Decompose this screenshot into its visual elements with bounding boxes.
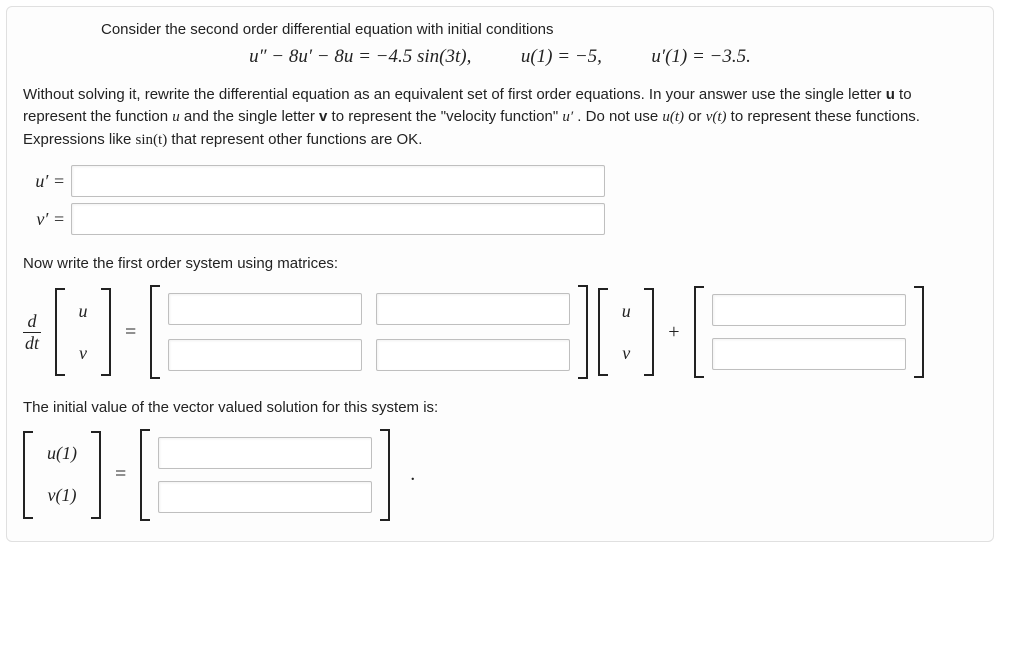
- ic1: u(1) = −5,: [521, 46, 602, 67]
- state-vector-left: u v: [55, 288, 111, 376]
- matrix-A11-input[interactable]: [168, 293, 362, 325]
- initial-u-input[interactable]: [158, 437, 372, 469]
- ic2: u′(1) = −3.5.: [651, 46, 750, 67]
- label-u1: u(1): [41, 439, 83, 469]
- state-u: u: [73, 296, 93, 326]
- initial-vector-inputs: [140, 429, 390, 521]
- label-v1: v(1): [41, 481, 83, 511]
- state-v: v: [73, 338, 93, 368]
- matrix-equation: d dt u v = u v: [23, 285, 977, 379]
- section-initial: The initial value of the vector valued s…: [23, 397, 977, 419]
- uprime-input[interactable]: [71, 165, 605, 197]
- instr-p8: that represent other functions are OK.: [167, 131, 422, 148]
- forcing-vector: [694, 286, 924, 378]
- equals-1: =: [121, 321, 140, 344]
- ddt: d dt: [23, 311, 41, 354]
- instr-p3: and the single letter: [180, 108, 319, 125]
- instr-u-bold: u: [886, 86, 895, 103]
- ddt-den: dt: [23, 333, 41, 354]
- instr-uprime: u′: [562, 109, 573, 125]
- instr-p5: . Do not use: [573, 108, 662, 125]
- vprime-label: v′ =: [23, 209, 71, 230]
- problem-panel: Consider the second order differential e…: [6, 6, 994, 542]
- intro-text: Consider the second order differential e…: [101, 21, 977, 38]
- initial-value-equation: u(1) v(1) = .: [23, 429, 977, 521]
- matrix-A22-input[interactable]: [376, 339, 570, 371]
- initial-v-input[interactable]: [158, 481, 372, 513]
- instr-p1: Without solving it, rewrite the differen…: [23, 86, 886, 103]
- instr-u-math: u: [172, 109, 180, 125]
- equation-line: u″ − 8u′ − 8u = −4.5 sin(3t), u(1) = −5,…: [23, 46, 977, 68]
- forcing-f1-input[interactable]: [712, 294, 906, 326]
- instructions: Without solving it, rewrite the differen…: [23, 84, 977, 151]
- state-v-2: v: [616, 338, 636, 368]
- instr-p6: or: [684, 108, 706, 125]
- instr-ut: u(t): [662, 109, 684, 125]
- state-u-2: u: [616, 296, 636, 326]
- instr-sint: sin(t): [136, 132, 168, 148]
- forcing-f2-input[interactable]: [712, 338, 906, 370]
- matrix-A: [150, 285, 588, 379]
- instr-vt: v(t): [706, 109, 727, 125]
- matrix-A12-input[interactable]: [376, 293, 570, 325]
- state-vector-right: u v: [598, 288, 654, 376]
- instr-p4: to represent the "velocity function": [327, 108, 562, 125]
- section-matrices: Now write the first order system using m…: [23, 253, 977, 275]
- vprime-input[interactable]: [71, 203, 605, 235]
- ddt-num: d: [23, 311, 41, 333]
- period: .: [400, 463, 415, 486]
- ode: u″ − 8u′ − 8u = −4.5 sin(3t),: [249, 46, 471, 67]
- plus-sign: +: [664, 321, 683, 344]
- equals-2: =: [111, 463, 130, 486]
- matrix-A21-input[interactable]: [168, 339, 362, 371]
- uprime-label: u′ =: [23, 171, 71, 192]
- initial-vector-labels: u(1) v(1): [23, 431, 101, 519]
